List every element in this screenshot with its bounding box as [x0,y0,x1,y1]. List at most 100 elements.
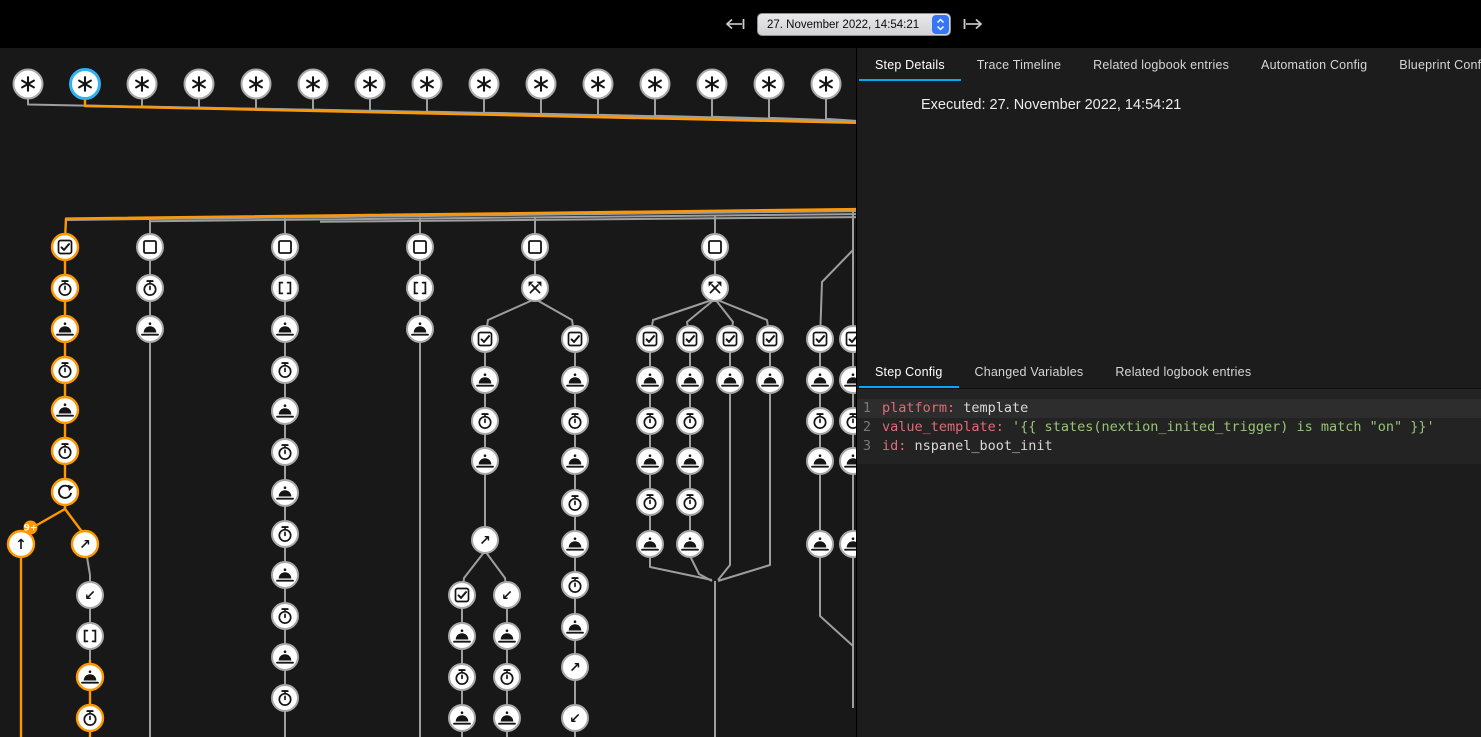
node-timer[interactable] [562,408,588,434]
node-asterisk[interactable] [71,70,100,99]
node-timer[interactable] [272,357,298,383]
node-timer[interactable] [272,521,298,547]
node-service[interactable] [272,480,298,506]
node-timer[interactable] [562,572,588,598]
node-condition[interactable] [717,326,743,352]
node-arrow-up-right[interactable]: ↗ [562,654,588,680]
node-service[interactable] [77,664,103,690]
run-select[interactable]: 27. November 2022, 14:54:21 [757,13,951,36]
node-service[interactable] [494,623,520,649]
node-arrow-down-left[interactable]: ↙ [562,705,588,731]
node-split[interactable] [522,275,548,301]
node-square[interactable] [272,234,298,260]
node-service[interactable] [494,705,520,731]
node-timer[interactable] [637,489,663,515]
node-condition[interactable] [637,326,663,352]
node-condition[interactable] [562,326,588,352]
node-service[interactable] [272,562,298,588]
node-condition[interactable] [840,326,856,352]
tab-changed-variables[interactable]: Changed Variables [959,355,1100,388]
node-timer[interactable] [807,408,833,434]
next-run-button[interactable] [962,17,984,34]
node-timer[interactable] [272,603,298,629]
node-service[interactable] [637,367,663,393]
node-asterisk[interactable] [128,70,157,99]
node-service[interactable] [562,614,588,640]
node-repeat[interactable] [52,479,78,505]
node-service[interactable] [449,623,475,649]
node-arrow-down-left[interactable]: ↙ [77,582,103,608]
previous-run-button[interactable] [724,17,746,34]
node-timer[interactable] [449,664,475,690]
node-service[interactable] [137,316,163,342]
node-service[interactable] [52,397,78,423]
node-timer[interactable] [472,408,498,434]
node-arrow-up-right[interactable]: ↗ [72,531,98,557]
node-asterisk[interactable] [356,70,385,99]
node-timer[interactable] [562,490,588,516]
node-arrow-up[interactable]: ↑9+ [8,521,38,558]
node-asterisk[interactable] [641,70,670,99]
node-arrow-up-right[interactable]: ↗ [472,527,498,553]
node-asterisk[interactable] [185,70,214,99]
node-service[interactable] [807,531,833,557]
node-arrow-down-left[interactable]: ↙ [494,582,520,608]
node-asterisk[interactable] [242,70,271,99]
node-condition[interactable] [52,234,78,260]
node-service[interactable] [472,448,498,474]
node-service[interactable] [272,644,298,670]
node-timer[interactable] [677,489,703,515]
node-service[interactable] [272,398,298,424]
node-asterisk[interactable] [299,70,328,99]
node-asterisk[interactable] [413,70,442,99]
node-timer[interactable] [52,357,78,383]
node-timer[interactable] [52,438,78,464]
tab-related-logbook-entries[interactable]: Related logbook entries [1077,48,1245,81]
node-service[interactable] [840,531,856,557]
node-asterisk[interactable] [527,70,556,99]
node-condition[interactable] [807,326,833,352]
node-timer[interactable] [494,664,520,690]
node-condition[interactable] [472,326,498,352]
node-timer[interactable] [272,685,298,711]
node-service[interactable] [449,705,475,731]
node-square[interactable] [137,234,163,260]
node-timer[interactable] [52,275,78,301]
node-timer[interactable] [840,408,856,434]
tab-trace-timeline[interactable]: Trace Timeline [961,48,1077,81]
node-service[interactable] [840,448,856,474]
node-square[interactable] [522,234,548,260]
tab-blueprint-config[interactable]: Blueprint Config [1383,48,1481,81]
tab-step-config[interactable]: Step Config [859,355,959,388]
node-service[interactable] [637,531,663,557]
node-split[interactable] [702,275,728,301]
node-timer[interactable] [77,705,103,731]
node-asterisk[interactable] [755,70,784,99]
node-service[interactable] [52,316,78,342]
node-timer[interactable] [272,439,298,465]
node-service[interactable] [717,367,743,393]
node-brackets[interactable] [272,275,298,301]
node-service[interactable] [472,367,498,393]
node-service[interactable] [562,531,588,557]
tab-automation-config[interactable]: Automation Config [1245,48,1383,81]
node-square[interactable] [702,234,728,260]
node-asterisk[interactable] [584,70,613,99]
node-service[interactable] [407,316,433,342]
node-brackets[interactable] [407,275,433,301]
node-service[interactable] [807,448,833,474]
node-service[interactable] [807,367,833,393]
node-asterisk[interactable] [470,70,499,99]
node-service[interactable] [637,448,663,474]
node-service[interactable] [562,367,588,393]
node-service[interactable] [840,367,856,393]
node-service[interactable] [677,531,703,557]
node-service[interactable] [677,367,703,393]
node-timer[interactable] [677,408,703,434]
node-service[interactable] [562,448,588,474]
node-square[interactable] [407,234,433,260]
node-timer[interactable] [637,408,663,434]
node-asterisk[interactable] [812,70,841,99]
node-asterisk[interactable] [14,70,43,99]
node-condition[interactable] [449,582,475,608]
